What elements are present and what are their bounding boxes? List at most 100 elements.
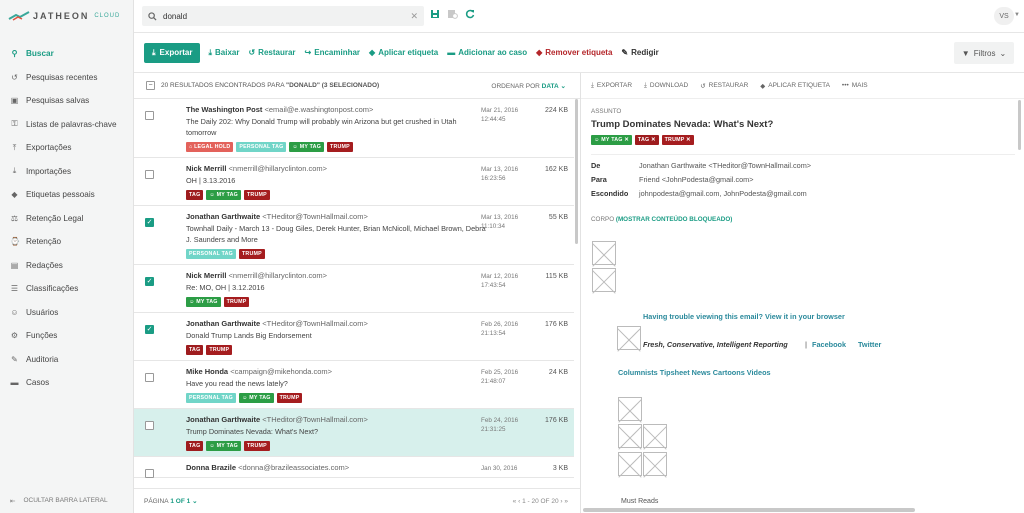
add-to-case-button[interactable]: ▬ Adicionar ao caso: [447, 48, 527, 57]
remove-tag-icon[interactable]: ✕: [649, 137, 655, 143]
forward-button[interactable]: ↪ Encaminhar: [305, 48, 361, 57]
facebook-link[interactable]: Facebook: [812, 340, 846, 349]
row-checkbox[interactable]: [145, 469, 154, 478]
pane-divider[interactable]: [580, 73, 581, 513]
logo[interactable]: JATHEON CLOUD: [8, 8, 120, 24]
row-checkbox[interactable]: ✓: [145, 218, 154, 227]
search-box: ✕: [142, 6, 424, 26]
sidebar-item-folder[interactable]: ▬ Casos: [0, 371, 134, 395]
prev-page-icon[interactable]: ‹: [518, 498, 520, 505]
tag-badge[interactable]: TRUMP: [239, 249, 265, 259]
email-row[interactable]: Mike Honda <campaign@mikehonda.com> Have …: [134, 361, 574, 409]
tag-badge[interactable]: TAG: [186, 345, 204, 355]
sidebar-item-retention[interactable]: ⌚ Retenção: [0, 230, 134, 254]
clear-search-icon[interactable]: ✕: [410, 11, 418, 22]
sidebar-item-roles[interactable]: ⚙ Funções: [0, 324, 134, 348]
last-page-icon[interactable]: »: [564, 498, 568, 505]
user-avatar[interactable]: VS: [994, 7, 1014, 25]
row-checkbox[interactable]: ✓: [145, 277, 154, 286]
row-checkbox[interactable]: ✓: [145, 325, 154, 334]
row-checkbox[interactable]: [145, 373, 154, 382]
sidebar-item-search[interactable]: ⚲ Buscar: [0, 42, 134, 66]
email-row[interactable]: Donna Brazile <donna@brazileassociates.c…: [134, 457, 574, 478]
tag-badge[interactable]: ☺ MY TAG: [289, 142, 325, 152]
apply-tag-button[interactable]: ◆ Aplicar etiqueta: [369, 48, 438, 57]
sidebar-item-legal-hold[interactable]: ⚖ Retenção Legal: [0, 207, 134, 231]
page-select[interactable]: 1 OF 1: [170, 498, 190, 505]
sort-control[interactable]: ORDENAR POR DATA ⌄: [491, 82, 566, 90]
search-icon: [148, 11, 157, 21]
detail-apply-tag-button[interactable]: ◆ APLICAR ETIQUETA: [760, 82, 830, 90]
separator: |: [805, 340, 808, 349]
email-row[interactable]: ✓ Nick Merrill <nmerrill@hillaryclinton.c…: [134, 265, 574, 313]
email-row[interactable]: Jonathan Garthwaite <THeditor@TownHallma…: [134, 409, 574, 457]
tag-badge[interactable]: TRUMP: [327, 142, 353, 152]
remove-tag-icon[interactable]: ✕: [623, 137, 629, 143]
tag-badge[interactable]: ☺ MY TAG: [206, 190, 241, 200]
tag-badge[interactable]: TRUMP: [276, 393, 303, 403]
tag-badge[interactable]: TAG: [186, 441, 204, 451]
tag-badge[interactable]: PERSONAL TAG: [236, 142, 287, 152]
email-row[interactable]: ✓ Jonathan Garthwaite <THeditor@TownHallm…: [134, 206, 574, 265]
tag-badge[interactable]: PERSONAL TAG: [186, 249, 236, 259]
sidebar-item-redaction[interactable]: ▤ Redações: [0, 254, 134, 278]
tag-badge[interactable]: ☺ MY TAG: [239, 393, 274, 403]
show-blocked-content-link[interactable]: (MOSTRAR CONTEÚDO BLOQUEADO): [616, 216, 733, 223]
sidebar-item-key[interactable]: ⚿ Listas de palavras-chave: [0, 113, 134, 137]
tag-badge[interactable]: TAG ✕: [634, 135, 659, 145]
sidebar-item-audit[interactable]: ✎ Auditoria: [0, 348, 134, 372]
email-row[interactable]: The Washington Post <email@e.washingtonp…: [134, 99, 574, 158]
compose-button[interactable]: ✎ Redigir: [621, 48, 658, 57]
user-menu-chevron-icon[interactable]: ▼: [1014, 12, 1020, 18]
remove-tag-icon[interactable]: ✕: [684, 137, 690, 143]
view-in-browser-link[interactable]: Having trouble viewing this email? View …: [643, 312, 845, 321]
detail-restore-button[interactable]: ↺ RESTAURAR: [700, 82, 748, 90]
sidebar-item-history[interactable]: ↺ Pesquisas recentes: [0, 66, 134, 90]
email-row[interactable]: Nick Merrill <nmerrill@hillaryclinton.co…: [134, 158, 574, 206]
tag-badge[interactable]: TRUMP: [206, 345, 233, 355]
tag-badge[interactable]: TRUMP: [243, 190, 270, 200]
detail-download-button[interactable]: ⤓ DOWNLOAD: [644, 82, 688, 90]
row-checkbox[interactable]: [145, 170, 154, 179]
download-button[interactable]: ⤓ Baixar: [208, 48, 239, 58]
filters-button[interactable]: ▼ Filtros ⌄: [954, 42, 1014, 64]
export-button[interactable]: ⤓ Exportar: [144, 42, 201, 63]
tag-badge[interactable]: ☺ MY TAG ✕: [591, 135, 632, 145]
tag-badge[interactable]: TAG: [186, 190, 204, 200]
sidebar-item-import[interactable]: ⤓ Importações: [0, 160, 134, 184]
detail-export-button[interactable]: ⤓ EXPORTAR: [591, 82, 632, 90]
save-search-icon[interactable]: [430, 9, 440, 22]
first-page-icon[interactable]: «: [513, 498, 517, 505]
list-scrollbar[interactable]: [575, 99, 578, 244]
select-all-checkbox[interactable]: −: [146, 81, 155, 90]
date-value: Feb 24, 2016: [481, 417, 519, 424]
sidebar-item-save[interactable]: ▣ Pesquisas salvas: [0, 89, 134, 113]
row-checkbox[interactable]: [145, 421, 154, 430]
hide-sidebar-button[interactable]: ⇤ OCULTAR BARRA LATERAL: [10, 497, 108, 505]
detail-more-button[interactable]: ••• MAIS: [842, 82, 868, 89]
tag-badge[interactable]: ☺ MY TAG: [186, 297, 221, 307]
detail-horizontal-scrollbar[interactable]: [583, 508, 915, 512]
tag-badge[interactable]: TRUMP ✕: [661, 135, 694, 145]
refresh-icon[interactable]: [465, 9, 475, 22]
tag-badge[interactable]: ⌂ LEGAL HOLD: [186, 142, 234, 152]
forward-icon: ↪: [304, 48, 312, 57]
email-row[interactable]: ✓ Jonathan Garthwaite <THeditor@TownHallm…: [134, 313, 574, 361]
detail-scrollbar[interactable]: [1018, 100, 1021, 150]
row-checkbox[interactable]: [145, 111, 154, 120]
sidebar-item-classification[interactable]: ☰ Classificações: [0, 277, 134, 301]
sidebar-item-tag[interactable]: ◆ Etiquetas pessoais: [0, 183, 134, 207]
sidebar-item-export[interactable]: ⤒ Exportações: [0, 136, 134, 160]
tag-badge[interactable]: TRUMP: [243, 441, 270, 451]
saved-searches-icon[interactable]: [447, 9, 458, 22]
twitter-link[interactable]: Twitter: [858, 340, 881, 349]
tag-badge[interactable]: PERSONAL TAG: [186, 393, 236, 403]
restore-button[interactable]: ↺ Restaurar: [248, 48, 295, 57]
sections-links[interactable]: Columnists Tipsheet News Cartoons Videos: [618, 368, 771, 377]
tag-badge[interactable]: TRUMP: [223, 297, 250, 307]
search-input[interactable]: [163, 11, 405, 21]
remove-tag-button[interactable]: ◆ Remover etiqueta: [536, 48, 612, 57]
tag-badge[interactable]: ☺ MY TAG: [206, 441, 241, 451]
sidebar-item-users[interactable]: ☺ Usuários: [0, 301, 134, 325]
next-page-icon[interactable]: ›: [560, 498, 562, 505]
